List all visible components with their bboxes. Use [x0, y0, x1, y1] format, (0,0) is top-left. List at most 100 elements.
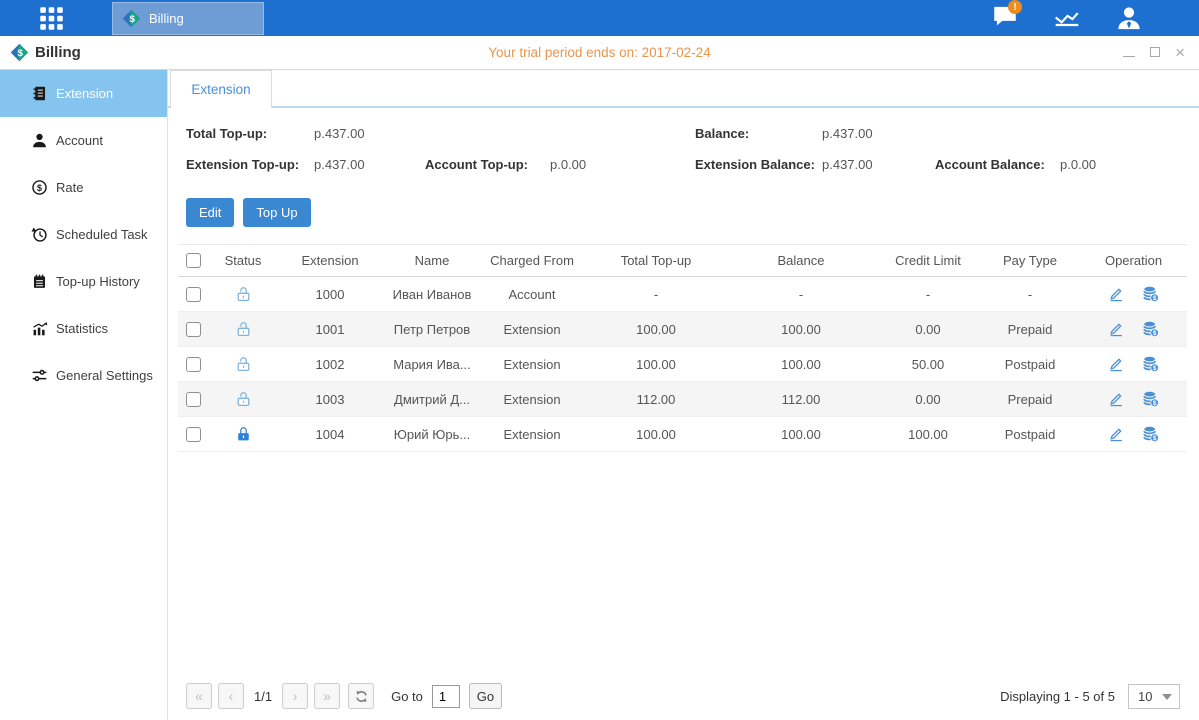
row-checkbox[interactable] [186, 392, 201, 407]
cell-name: Мария Ива... [386, 357, 478, 372]
prev-page-button[interactable]: ‹ [218, 683, 244, 709]
page-size-select[interactable]: 10 [1128, 684, 1180, 709]
sidebar-item-scheduled-task[interactable]: Scheduled Task [0, 211, 167, 258]
topup-row-icon[interactable]: $ [1142, 320, 1160, 338]
cell-pay-type: - [980, 287, 1080, 302]
sliders-icon [30, 367, 48, 385]
row-checkbox[interactable] [186, 287, 201, 302]
cell-balance: 100.00 [726, 322, 876, 337]
tab-strip: Extension [168, 70, 1199, 108]
table-row[interactable]: 1002 Мария Ива... Extension 100.00 100.0… [178, 347, 1187, 382]
row-checkbox[interactable] [186, 427, 201, 442]
app-menu-icon[interactable] [38, 5, 65, 32]
topup-row-icon[interactable]: $ [1142, 285, 1160, 303]
cell-charged-from: Extension [478, 427, 586, 442]
svg-text:$: $ [1153, 365, 1157, 372]
account-topup-value: p.0.00 [550, 157, 586, 172]
goto-page-input[interactable] [432, 685, 460, 708]
edit-row-icon[interactable] [1107, 390, 1125, 408]
cell-credit-limit: 0.00 [876, 392, 980, 407]
cell-name: Петр Петров [386, 322, 478, 337]
extension-balance-value: p.437.00 [822, 157, 873, 172]
extension-topup-value: p.437.00 [314, 157, 365, 172]
cell-extension: 1004 [274, 427, 386, 442]
next-page-button[interactable]: › [282, 683, 308, 709]
row-checkbox[interactable] [186, 322, 201, 337]
summary-panel: Total Top-up: p.437.00 Balance: p.437.00… [168, 123, 1199, 187]
cell-charged-from: Extension [478, 322, 586, 337]
sidebar-item-extension[interactable]: Extension [0, 70, 167, 117]
svg-text:$: $ [37, 183, 42, 193]
cell-charged-from: Extension [478, 392, 586, 407]
table-row[interactable]: 1000 Иван Иванов Account - - - - $ [178, 277, 1187, 312]
top-up-button[interactable]: Top Up [243, 198, 310, 227]
chevron-down-icon [1162, 694, 1172, 700]
person-icon [30, 132, 48, 150]
maximize-button[interactable] [1150, 44, 1160, 62]
svg-text:$: $ [1153, 400, 1157, 407]
last-page-button[interactable]: » [314, 683, 340, 709]
svg-text:$: $ [1153, 295, 1157, 302]
sidebar-item-general-settings[interactable]: General Settings [0, 352, 167, 399]
first-page-button[interactable]: « [186, 683, 212, 709]
edit-button[interactable]: Edit [186, 198, 234, 227]
tab-extension[interactable]: Extension [170, 70, 272, 108]
edit-row-icon[interactable] [1107, 285, 1125, 303]
cell-total-topup: - [586, 287, 726, 302]
sidebar-item-statistics[interactable]: Statistics [0, 305, 167, 352]
billing-window-icon: $ [10, 43, 29, 62]
edit-row-icon[interactable] [1107, 355, 1125, 373]
edit-row-icon[interactable] [1107, 425, 1125, 443]
cell-name: Иван Иванов [386, 287, 478, 302]
cell-balance: 112.00 [726, 392, 876, 407]
rate-icon: $ [30, 179, 48, 197]
close-button[interactable]: × [1175, 47, 1185, 59]
cell-balance: 100.00 [726, 427, 876, 442]
maximize-icon [1150, 47, 1160, 57]
col-header-pay-type: Pay Type [980, 253, 1080, 268]
locked-icon [235, 425, 252, 443]
goto-label: Go to [391, 689, 423, 704]
cell-pay-type: Prepaid [980, 322, 1080, 337]
sidebar-item-label: Top-up History [56, 274, 140, 289]
notifications-icon[interactable]: ! [989, 3, 1021, 33]
table-header: StatusExtensionNameCharged FromTotal Top… [178, 244, 1187, 277]
resource-monitor-icon[interactable] [1051, 3, 1083, 33]
minimize-button[interactable] [1123, 44, 1135, 62]
total-topup-value: p.437.00 [314, 126, 365, 141]
window-title: Billing [35, 44, 81, 61]
cell-total-topup: 100.00 [586, 427, 726, 442]
sidebar-item-topup-history[interactable]: Top-up History [0, 258, 167, 305]
table-row[interactable]: 1004 Юрий Юрь... Extension 100.00 100.00… [178, 417, 1187, 452]
cell-charged-from: Account [478, 287, 586, 302]
svg-text:$: $ [1153, 435, 1157, 442]
window-title-bar: $ Billing Your trial period ends on: 201… [0, 36, 1199, 70]
topup-row-icon[interactable]: $ [1142, 355, 1160, 373]
edit-row-icon[interactable] [1107, 320, 1125, 338]
go-button[interactable]: Go [469, 683, 502, 709]
select-all-checkbox[interactable] [186, 253, 201, 268]
refresh-button[interactable] [348, 683, 374, 709]
unlocked-icon [235, 355, 252, 373]
topup-row-icon[interactable]: $ [1142, 425, 1160, 443]
account-balance-value: p.0.00 [1060, 157, 1096, 172]
col-header-credit-limit: Credit Limit [876, 253, 980, 268]
cell-credit-limit: - [876, 287, 980, 302]
tab-extension-label: Extension [191, 82, 250, 97]
row-checkbox[interactable] [186, 357, 201, 372]
cell-total-topup: 112.00 [586, 392, 726, 407]
cell-extension: 1001 [274, 322, 386, 337]
taskbar-tab-billing[interactable]: $ Billing [112, 2, 264, 35]
sidebar-item-rate[interactable]: $ Rate [0, 164, 167, 211]
user-account-icon[interactable] [1113, 3, 1145, 33]
table-row[interactable]: 1003 Дмитрий Д... Extension 112.00 112.0… [178, 382, 1187, 417]
table-row[interactable]: 1001 Петр Петров Extension 100.00 100.00… [178, 312, 1187, 347]
main-content: Extension Total Top-up: p.437.00 Balance… [168, 70, 1199, 720]
topup-row-icon[interactable]: $ [1142, 390, 1160, 408]
unlocked-icon [235, 390, 252, 408]
stats-icon [30, 320, 48, 338]
billing-app-icon: $ [122, 9, 141, 28]
sidebar-item-account[interactable]: Account [0, 117, 167, 164]
sidebar-item-label: Rate [56, 180, 83, 195]
sidebar-item-label: Scheduled Task [56, 227, 148, 242]
